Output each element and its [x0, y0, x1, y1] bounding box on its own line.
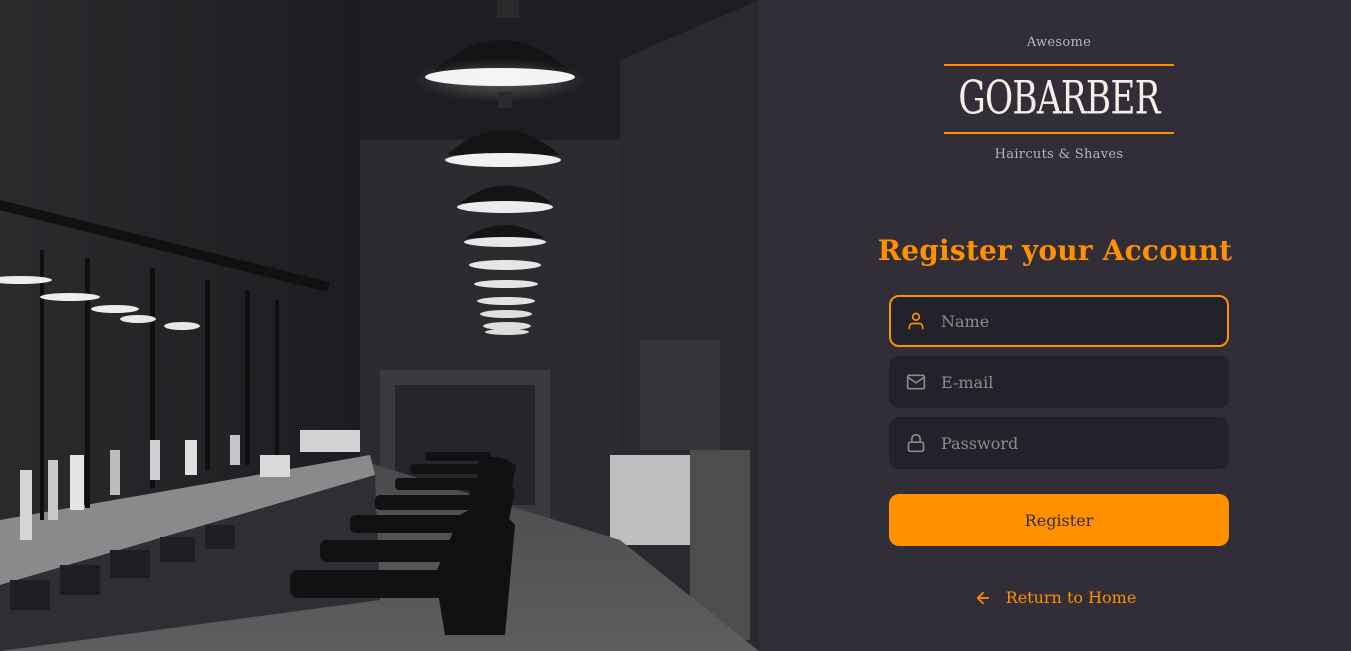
gobarber-logo: Awesome GOBARBER Haircuts & Shaves	[944, 34, 1174, 180]
background-photo	[0, 0, 759, 651]
register-panel: Awesome GOBARBER Haircuts & Shaves Regis…	[759, 0, 1351, 651]
register-button[interactable]: Register	[889, 494, 1229, 546]
logo-brand-row: GOBARBER	[944, 66, 1174, 132]
name-input[interactable]	[941, 311, 1227, 331]
logo-top-word: Awesome	[1026, 35, 1092, 50]
mail-icon	[905, 371, 927, 393]
return-home-label: Return to Home	[1005, 588, 1137, 607]
arrow-left-icon	[974, 589, 992, 607]
return-home-link[interactable]: Return to Home	[759, 588, 1351, 607]
name-field[interactable]	[889, 295, 1229, 347]
logo-brand: GOBARBER	[958, 71, 1160, 126]
logo-bottom-word: Haircuts & Shaves	[994, 147, 1124, 162]
email-field[interactable]	[889, 356, 1229, 408]
user-icon	[905, 310, 927, 332]
password-input[interactable]	[941, 433, 1227, 453]
logo-bottom-rule	[944, 132, 1174, 134]
email-input[interactable]	[941, 372, 1227, 392]
password-field[interactable]	[889, 417, 1229, 469]
lock-icon	[905, 432, 927, 454]
page-title: Register your Account	[877, 234, 1233, 267]
